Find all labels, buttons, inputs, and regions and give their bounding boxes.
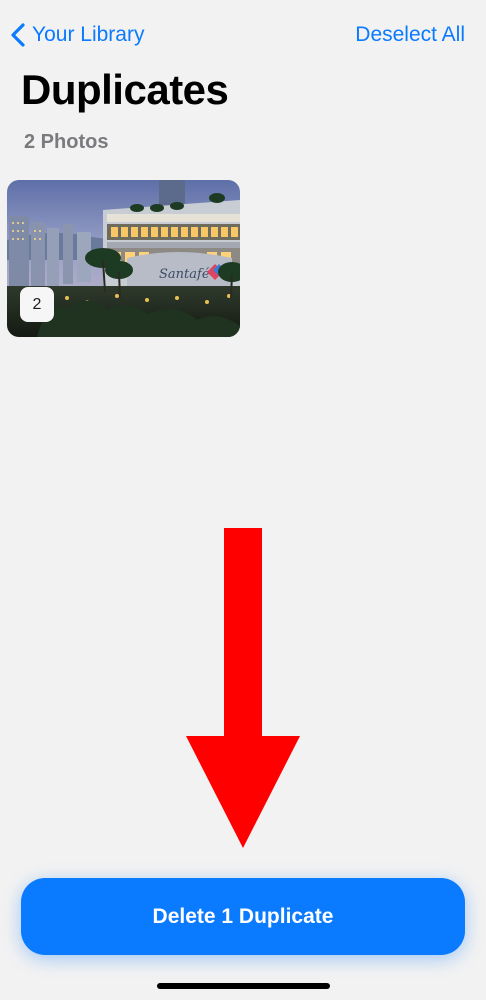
back-label: Your Library bbox=[32, 23, 145, 46]
page-title: Duplicates bbox=[21, 66, 229, 113]
delete-duplicate-button[interactable]: Delete 1 Duplicate bbox=[21, 878, 465, 955]
home-indicator[interactable] bbox=[157, 983, 330, 989]
back-button[interactable]: Your Library bbox=[10, 20, 144, 50]
deselect-all-button[interactable]: Deselect All bbox=[355, 20, 465, 50]
duplicate-count-badge: 2 bbox=[20, 287, 54, 322]
down-arrow-annotation bbox=[186, 528, 300, 848]
photo-count-subtitle: 2 Photos bbox=[24, 131, 109, 153]
sign-text: Santafé bbox=[159, 267, 210, 282]
duplicate-photo-thumbnail[interactable]: Santafé 2 bbox=[7, 180, 240, 337]
chevron-left-icon bbox=[11, 23, 25, 47]
